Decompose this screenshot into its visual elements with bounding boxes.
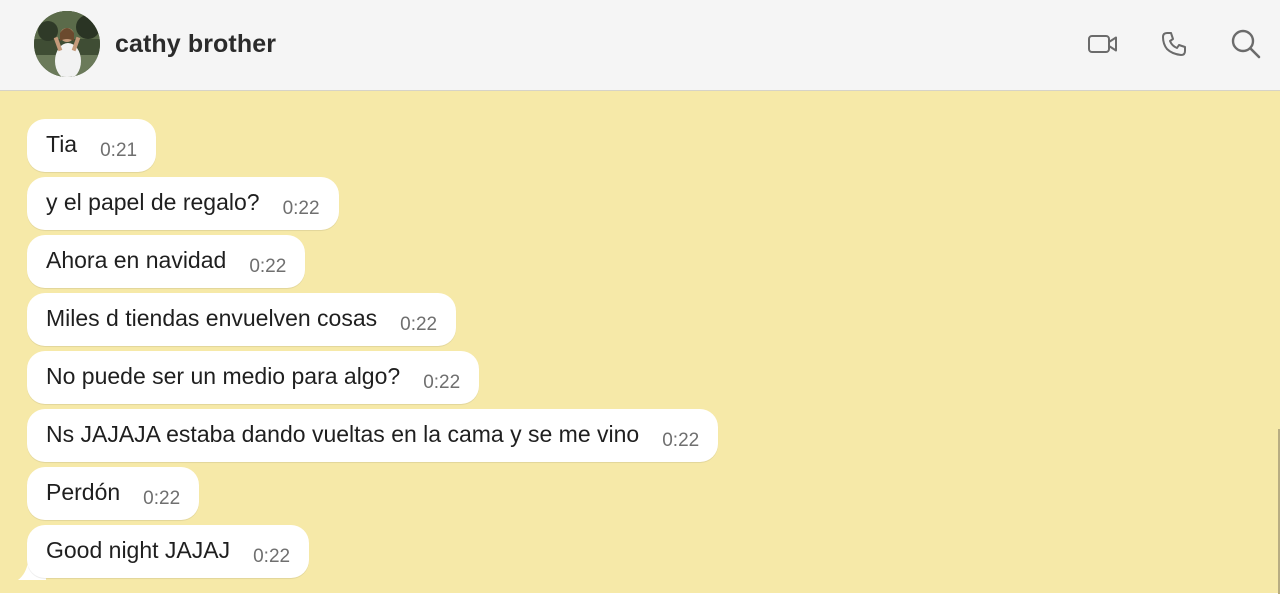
message-bubble[interactable]: Miles d tiendas envuelven cosas 0:22: [27, 293, 457, 346]
message-text: Good night JAJAJ: [46, 537, 231, 563]
message-timestamp: 0:22: [143, 487, 181, 509]
search-icon[interactable]: [1230, 28, 1262, 60]
video-call-icon[interactable]: [1087, 28, 1119, 60]
message-timestamp: 0:22: [253, 545, 291, 567]
message-timestamp: 0:21: [100, 139, 138, 161]
message-bubble[interactable]: Perdón 0:22: [27, 467, 200, 520]
message-timestamp: 0:22: [400, 313, 438, 335]
message-list[interactable]: Tia 0:21 y el papel de regalo? 0:22 Ahor…: [0, 91, 1280, 594]
message-text: Ns JAJAJA estaba dando vueltas en la cam…: [46, 421, 640, 447]
avatar-photo: [34, 11, 100, 77]
message-timestamp: 0:22: [249, 255, 287, 277]
message-bubble[interactable]: y el papel de regalo? 0:22: [27, 177, 339, 230]
message-timestamp: 0:22: [282, 197, 320, 219]
message-bubble[interactable]: No puede ser un medio para algo? 0:22: [27, 351, 480, 404]
message-text: y el papel de regalo?: [46, 189, 260, 215]
message-bubble[interactable]: Ns JAJAJA estaba dando vueltas en la cam…: [27, 409, 719, 462]
phone-call-icon[interactable]: [1158, 28, 1190, 60]
chat-header: cathy brother: [0, 0, 1280, 91]
message-text: Perdón: [46, 479, 121, 505]
contact-name[interactable]: cathy brother: [115, 30, 276, 59]
message-timestamp: 0:22: [423, 371, 461, 393]
message-bubble[interactable]: Good night JAJAJ 0:22: [27, 525, 310, 578]
message-text: Miles d tiendas envuelven cosas: [46, 305, 378, 331]
message-bubble[interactable]: Ahora en navidad 0:22: [27, 235, 306, 288]
message-text: No puede ser un medio para algo?: [46, 363, 401, 389]
message-timestamp: 0:22: [662, 429, 700, 451]
message-bubble[interactable]: Tia 0:21: [27, 119, 157, 172]
message-text: Ahora en navidad: [46, 247, 227, 273]
contact-avatar[interactable]: [34, 11, 100, 77]
message-text: Tia: [46, 131, 78, 157]
